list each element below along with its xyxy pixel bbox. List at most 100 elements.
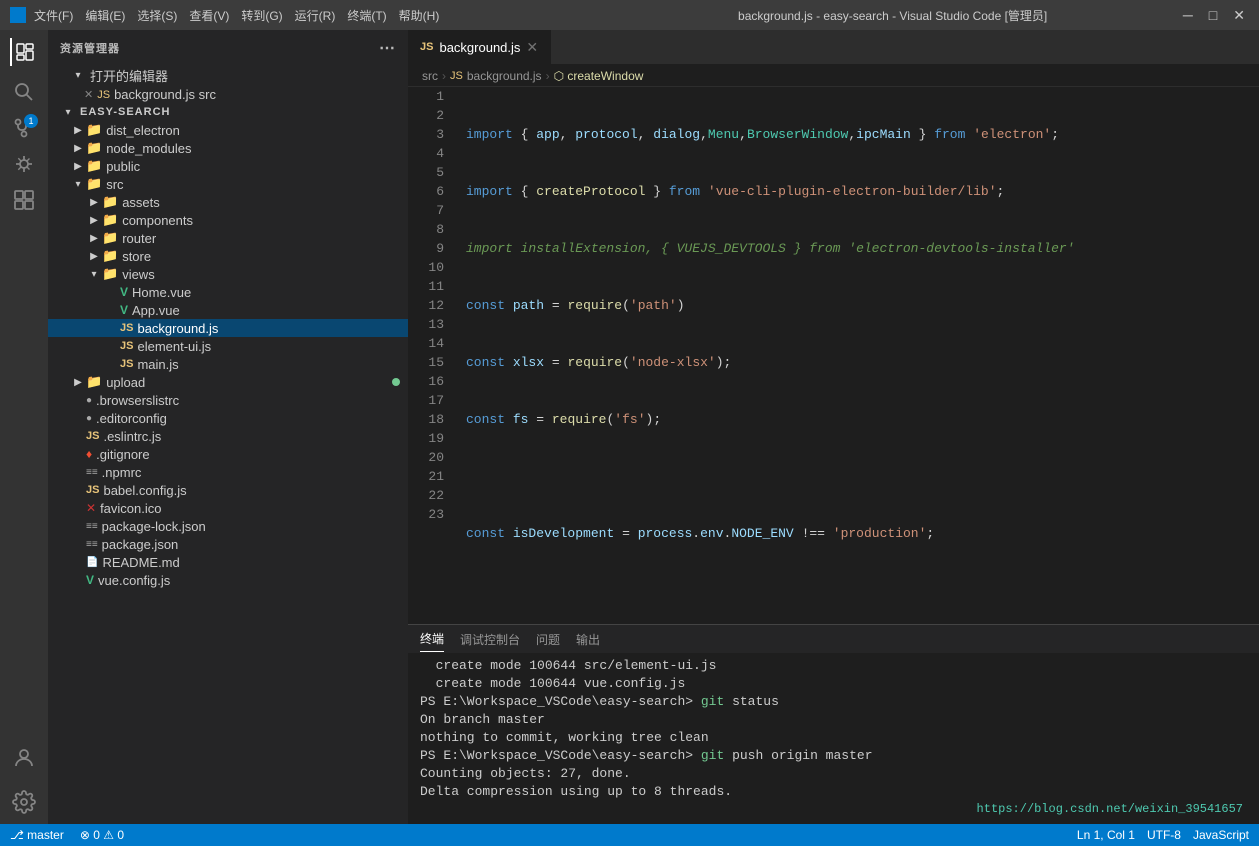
file-vue-config[interactable]: ▶ V vue.config.js	[48, 571, 408, 589]
status-encoding[interactable]: UTF-8	[1147, 828, 1181, 842]
activity-explorer[interactable]	[10, 38, 38, 66]
activity-bar: 1	[0, 30, 48, 824]
breadcrumb-file[interactable]: background.js	[467, 69, 542, 83]
tab-bar: JS background.js ✕	[408, 30, 1259, 65]
open-file-label: background.js src	[114, 87, 216, 102]
router-chevron: ▶	[86, 230, 102, 246]
activity-extensions[interactable]	[10, 186, 38, 214]
activity-debug[interactable]	[10, 150, 38, 178]
status-bar: ⎇ master ⊗ 0 ⚠ 0 Ln 1, Col 1 UTF-8 JavaS…	[0, 824, 1259, 846]
home-vue-label: Home.vue	[132, 285, 191, 300]
menu-view[interactable]: 查看(V)	[189, 7, 229, 24]
open-file-background[interactable]: ✕ JS background.js src	[48, 86, 408, 103]
status-errors[interactable]: ⊗ 0 ⚠ 0	[80, 828, 124, 842]
file-eslintrc[interactable]: ▶ JS .eslintrc.js	[48, 427, 408, 445]
file-gitignore[interactable]: ▶ ♦ .gitignore	[48, 445, 408, 463]
activity-settings[interactable]	[10, 788, 38, 816]
favicon-label: favicon.ico	[100, 501, 161, 516]
file-editorconfig[interactable]: ▶ ● .editorconfig	[48, 409, 408, 427]
upload-label: upload	[106, 375, 145, 390]
file-home-vue[interactable]: ▶ V Home.vue	[48, 283, 408, 301]
activity-source-control[interactable]: 1	[10, 114, 38, 142]
terminal-content[interactable]: create mode 100644 src/element-ui.js cre…	[408, 653, 1259, 824]
breadcrumb-sep1: ›	[442, 69, 446, 83]
pkg-icon: ≡≡	[86, 539, 98, 550]
public-chevron: ▶	[70, 158, 86, 174]
folder-views[interactable]: ▾ 📁 views	[48, 265, 408, 283]
project-name: EASY-SEARCH	[80, 106, 170, 118]
file-readme[interactable]: ▶ 📄 README.md	[48, 553, 408, 571]
js-icon-open: JS	[97, 89, 110, 101]
file-background-js[interactable]: ▶ JS background.js	[48, 319, 408, 337]
code-container[interactable]: 12345 678910 1112131415 1617181920 21222…	[408, 87, 1259, 624]
terminal-tab-terminal[interactable]: 终端	[420, 626, 444, 652]
tab-close-icon[interactable]: ✕	[526, 39, 538, 56]
eslintrc-icon: JS	[86, 430, 99, 442]
maximize-button[interactable]: □	[1209, 7, 1217, 24]
menu-file[interactable]: 文件(F)	[34, 7, 73, 24]
breadcrumb-sep2: ›	[546, 69, 550, 83]
open-editors-chevron: ▾	[70, 68, 86, 84]
code-line-4: const path = require('path')	[466, 296, 1245, 315]
menu-edit[interactable]: 编辑(E)	[85, 7, 125, 24]
close-open-file-icon[interactable]: ✕	[84, 88, 93, 101]
project-chevron: ▾	[60, 104, 76, 120]
folder-store[interactable]: ▶ 📁 store	[48, 247, 408, 265]
folder-assets[interactable]: ▶ 📁 assets	[48, 193, 408, 211]
file-npmrc[interactable]: ▶ ≡≡ .npmrc	[48, 463, 408, 481]
code-line-7	[466, 467, 1245, 486]
sidebar-more-icon[interactable]: ⋯	[379, 38, 396, 58]
activity-search[interactable]	[10, 78, 38, 106]
node-chevron: ▶	[70, 140, 86, 156]
views-chevron: ▾	[86, 266, 102, 282]
folder-node-modules[interactable]: ▶ 📁 node_modules	[48, 139, 408, 157]
sidebar: 资源管理器 ⋯ ▾ 打开的编辑器 ✕ JS background.js src …	[48, 30, 408, 824]
status-ln-col[interactable]: Ln 1, Col 1	[1077, 828, 1135, 842]
file-favicon[interactable]: ▶ ✕ favicon.ico	[48, 499, 408, 517]
menu-goto[interactable]: 转到(G)	[241, 7, 282, 24]
folder-upload[interactable]: ▶ 📁 upload	[48, 373, 408, 391]
project-section[interactable]: ▾ EASY-SEARCH	[48, 103, 408, 121]
readme-icon: 📄	[86, 557, 98, 568]
status-branch[interactable]: ⎇ master	[10, 828, 64, 842]
terminal-tab-problems[interactable]: 问题	[536, 627, 560, 652]
folder-icon-assets: 📁	[102, 194, 118, 210]
folder-router[interactable]: ▶ 📁 router	[48, 229, 408, 247]
store-label: store	[122, 249, 151, 264]
menu-run[interactable]: 运行(R)	[295, 7, 336, 24]
breadcrumb-src[interactable]: src	[422, 69, 438, 83]
status-language[interactable]: JavaScript	[1193, 828, 1249, 842]
folder-dist-electron[interactable]: ▶ 📁 dist_electron	[48, 121, 408, 139]
folder-public[interactable]: ▶ 📁 public	[48, 157, 408, 175]
vue-config-label: vue.config.js	[98, 573, 170, 588]
file-package-lock[interactable]: ▶ ≡≡ package-lock.json	[48, 517, 408, 535]
file-browserslistrc[interactable]: ▶ ● .browserslistrc	[48, 391, 408, 409]
terminal-panel: 终端 调试控制台 问题 输出 create mode 100644 src/el…	[408, 624, 1259, 824]
browserslistrc-icon: ●	[86, 395, 92, 406]
upload-badge	[392, 378, 400, 386]
js-icon-element: JS	[120, 340, 133, 352]
minimize-button[interactable]: ─	[1183, 7, 1193, 24]
breadcrumb-func[interactable]: ⬡ createWindow	[554, 69, 644, 83]
file-app-vue[interactable]: ▶ V App.vue	[48, 301, 408, 319]
tab-background-js[interactable]: JS background.js ✕	[408, 30, 551, 64]
term-line-4: On branch master	[420, 711, 1247, 729]
file-package-json[interactable]: ▶ ≡≡ package.json	[48, 535, 408, 553]
terminal-tab-debug[interactable]: 调试控制台	[460, 627, 520, 652]
file-element-ui-js[interactable]: ▶ JS element-ui.js	[48, 337, 408, 355]
file-babel-config[interactable]: ▶ JS babel.config.js	[48, 481, 408, 499]
activity-accounts[interactable]	[10, 744, 38, 772]
components-label: components	[122, 213, 193, 228]
dist-label: dist_electron	[106, 123, 180, 138]
folder-components[interactable]: ▶ 📁 components	[48, 211, 408, 229]
terminal-tab-output[interactable]: 输出	[576, 627, 600, 652]
close-button[interactable]: ✕	[1233, 7, 1245, 24]
menu-terminal[interactable]: 终端(T)	[347, 7, 386, 24]
menu-select[interactable]: 选择(S)	[137, 7, 177, 24]
open-editors-section[interactable]: ▾ 打开的编辑器	[48, 65, 408, 86]
window-title: background.js - easy-search - Visual Stu…	[606, 7, 1178, 24]
folder-src[interactable]: ▾ 📁 src	[48, 175, 408, 193]
menu-help[interactable]: 帮助(H)	[399, 7, 440, 24]
blog-url[interactable]: https://blog.csdn.net/weixin_39541657	[977, 800, 1243, 818]
file-main-js[interactable]: ▶ JS main.js	[48, 355, 408, 373]
